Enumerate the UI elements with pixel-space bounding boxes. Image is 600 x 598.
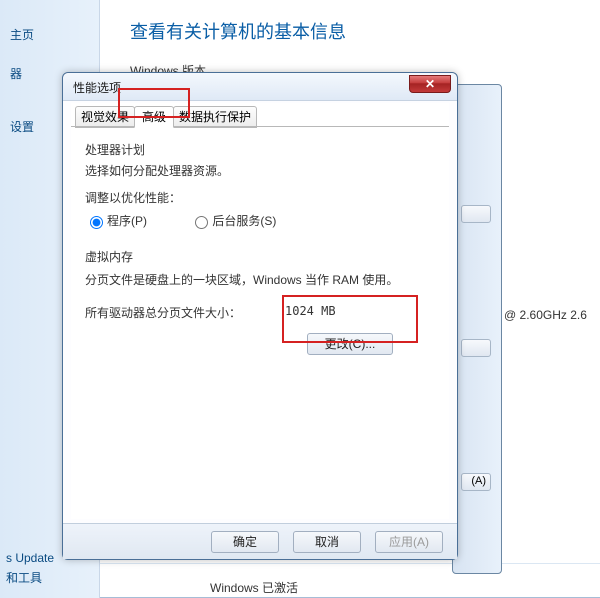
apply-button[interactable]: 应用(A)	[375, 531, 443, 553]
page-file-size-label: 所有驱动器总分页文件大小：	[85, 306, 241, 320]
performance-options-dialog: 性能选项 ✕ 视觉效果 高级 数据执行保护 处理器计划 选择如何分配处理器资源。…	[62, 72, 458, 560]
see-also-links: s Update 和工具	[0, 547, 54, 590]
dialog-body: 视觉效果 高级 数据执行保护 处理器计划 选择如何分配处理器资源。 调整以优化性…	[71, 103, 449, 519]
page-file-size-value: 1024 MB	[285, 304, 336, 318]
radio-programs-input[interactable]	[90, 216, 103, 229]
processor-scheduling-title: 处理器计划	[85, 141, 435, 158]
activation-status: Windows 已激活	[210, 577, 298, 598]
ok-button[interactable]: 确定	[211, 531, 279, 553]
close-icon: ✕	[425, 77, 435, 91]
virtual-memory-title: 虚拟内存	[85, 248, 435, 265]
radio-services-label: 后台服务(S)	[212, 212, 276, 229]
page-title: 查看有关计算机的基本信息	[130, 18, 600, 44]
dialog-titlebar[interactable]: 性能选项 ✕	[63, 73, 457, 101]
radio-background-services[interactable]: 后台服务(S)	[190, 212, 276, 229]
optimize-radios: 程序(P) 后台服务(S)	[85, 212, 435, 232]
activation-text: Windows 已激活	[210, 579, 298, 596]
tabs: 视觉效果 高级 数据执行保护	[71, 103, 449, 127]
processor-scheduling-desc: 选择如何分配处理器资源。	[85, 162, 435, 179]
sidebar-item-home[interactable]: 主页	[10, 26, 99, 43]
close-button[interactable]: ✕	[409, 75, 451, 93]
advanced-panel: 处理器计划 选择如何分配处理器资源。 调整以优化性能： 程序(P) 后台服务(S…	[71, 127, 449, 331]
ghost-button	[461, 205, 491, 223]
dialog-footer: 确定 取消 应用(A)	[63, 523, 457, 559]
link-windows-update[interactable]: s Update	[6, 551, 54, 565]
ghost-button	[461, 339, 491, 357]
ghost-button: (A)	[461, 473, 491, 491]
radio-programs[interactable]: 程序(P)	[85, 212, 147, 229]
page-file-size-row: 所有驱动器总分页文件大小： 1024 MB	[85, 304, 435, 321]
virtual-memory-desc: 分页文件是硬盘上的一块区域，Windows 当作 RAM 使用。	[85, 271, 435, 288]
dialog-title: 性能选项	[73, 79, 121, 96]
tab-dep[interactable]: 数据执行保护	[173, 106, 257, 128]
cancel-button[interactable]: 取消	[293, 531, 361, 553]
radio-programs-label: 程序(P)	[107, 212, 147, 229]
change-button[interactable]: 更改(C)...	[307, 333, 393, 355]
background-dialog: (A)	[452, 84, 502, 574]
radio-services-input[interactable]	[195, 216, 208, 229]
ghost-button-label: (A)	[471, 475, 486, 487]
divider	[100, 563, 600, 564]
link-tools[interactable]: 和工具	[6, 569, 54, 586]
optimize-label: 调整以优化性能：	[85, 189, 435, 206]
tab-advanced[interactable]: 高级	[134, 106, 174, 128]
tab-visual-effects[interactable]: 视觉效果	[75, 106, 135, 128]
cpu-speed-text: @ 2.60GHz 2.6	[504, 308, 587, 322]
